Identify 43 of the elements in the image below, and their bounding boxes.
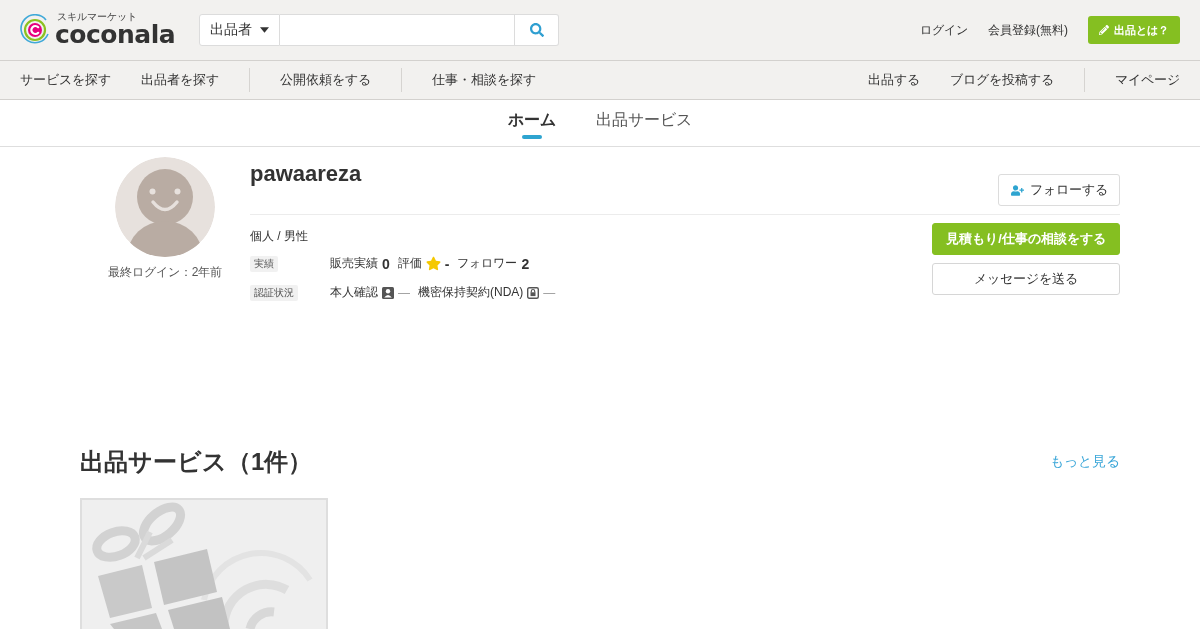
lock-icon (527, 286, 540, 299)
star-icon (425, 256, 441, 271)
nav-link[interactable]: ブログを投稿する (950, 71, 1054, 89)
caret-icon (260, 27, 270, 33)
header-link[interactable]: 会員登録(無料) (988, 21, 1068, 39)
nav-link[interactable]: マイページ (1115, 71, 1180, 89)
message-button[interactable]: メッセージを送る (932, 263, 1120, 295)
user-square-icon (382, 286, 394, 299)
nav-link[interactable]: 出品する (868, 71, 920, 89)
nav-link[interactable]: 公開依頼をする (280, 71, 371, 89)
stat-value: 0 (382, 255, 390, 272)
last-login-text: 最終ログイン：2年前 (107, 264, 223, 280)
stat-value: 2 (521, 255, 530, 272)
section-tag: 実績 (250, 255, 278, 272)
logo-tagline: スキルマーケット (57, 12, 137, 22)
stat-label: 販売実績 (330, 255, 378, 272)
stat-label: 評価 (397, 255, 422, 272)
verification-label: 本人確認 (330, 284, 378, 301)
username: pawaareza (250, 160, 362, 188)
profile-attributes: 個人 / 男性 (250, 228, 309, 245)
search-field[interactable] (280, 14, 516, 46)
verification-label: 機密保持契約(NDA) (418, 284, 524, 301)
stat-value: - (444, 255, 450, 272)
section-title: 出品サービス（1件） (80, 447, 313, 477)
scope-dropdown[interactable]: 出品者 (199, 14, 281, 46)
stat-label: フォロワー (457, 255, 518, 272)
tab[interactable]: ホーム (508, 100, 556, 146)
follow-button[interactable]: フォローする (998, 174, 1120, 206)
avatar-icon (115, 157, 215, 257)
search-icon (529, 23, 544, 37)
nav-link[interactable]: 仕事・相談を探す (432, 71, 536, 89)
search-button[interactable] (515, 14, 560, 46)
user-plus-icon (1010, 183, 1024, 197)
header-link[interactable]: ログイン (920, 21, 968, 39)
logo-icon (20, 14, 50, 46)
nav-link[interactable]: 出品者を探す (141, 71, 219, 89)
tab[interactable]: 出品サービス (596, 100, 692, 146)
verification-status: — (543, 285, 556, 300)
nav-link[interactable]: サービスを探す (20, 71, 111, 89)
logo-wordmark[interactable]: coconala (55, 22, 176, 48)
pencil-icon (1099, 25, 1109, 35)
verification-status: — (398, 285, 410, 300)
section-tag: 認証状況 (250, 284, 298, 301)
